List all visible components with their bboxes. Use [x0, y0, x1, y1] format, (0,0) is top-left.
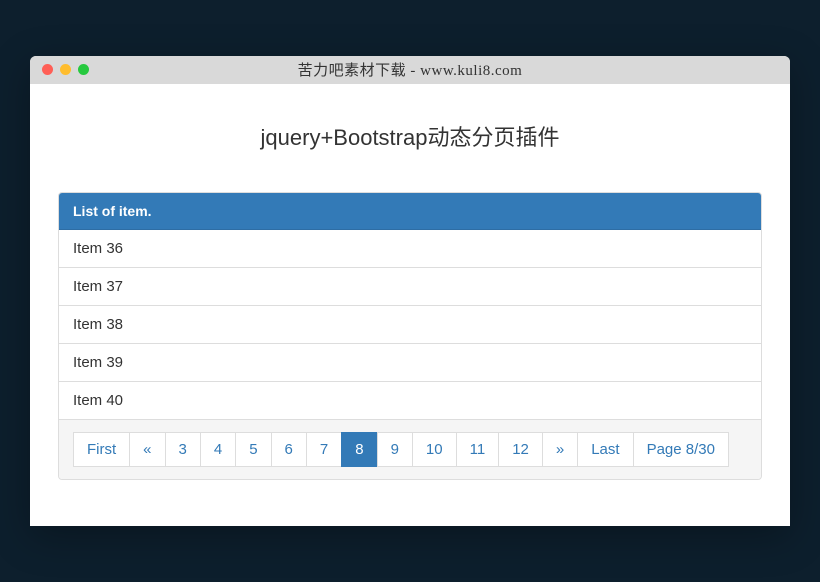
titlebar: 苦力吧素材下载 - www.kuli8.com — [30, 56, 790, 84]
page-3: 3 — [166, 432, 201, 468]
page-last: Last — [578, 432, 633, 468]
browser-window: 苦力吧素材下载 - www.kuli8.com jquery+Bootstrap… — [30, 56, 790, 527]
page-4: 4 — [201, 432, 236, 468]
panel-footer: First « 3 4 5 6 7 8 9 10 11 12 » Last Pa… — [59, 419, 761, 480]
close-icon[interactable] — [42, 64, 53, 75]
panel-header: List of item. — [59, 193, 761, 230]
panel: List of item. Item 36 Item 37 Item 38 It… — [58, 192, 762, 481]
page-12: 12 — [499, 432, 543, 468]
page-9: 9 — [378, 432, 413, 468]
list-item: Item 36 — [59, 230, 761, 268]
page-first: First — [73, 432, 130, 468]
list-item: Item 38 — [59, 306, 761, 344]
list-item: Item 40 — [59, 382, 761, 419]
list-item: Item 39 — [59, 344, 761, 382]
window-controls — [42, 64, 89, 75]
window-title: 苦力吧素材下载 - www.kuli8.com — [30, 59, 790, 80]
page-indicator: Page 8/30 — [634, 432, 729, 468]
content-area: jquery+Bootstrap动态分页插件 List of item. Ite… — [30, 84, 790, 527]
item-list: Item 36 Item 37 Item 38 Item 39 Item 40 — [59, 230, 761, 419]
maximize-icon[interactable] — [78, 64, 89, 75]
pagination: First « 3 4 5 6 7 8 9 10 11 12 » Last Pa… — [73, 432, 747, 468]
page-next: » — [543, 432, 578, 468]
page-heading: jquery+Bootstrap动态分页插件 — [58, 120, 762, 152]
page-prev: « — [130, 432, 165, 468]
list-item: Item 37 — [59, 268, 761, 306]
page-8-current: 8 — [342, 432, 377, 468]
page-5: 5 — [236, 432, 271, 468]
page-11: 11 — [457, 432, 500, 468]
page-7: 7 — [307, 432, 342, 468]
page-6: 6 — [272, 432, 307, 468]
page-10: 10 — [413, 432, 457, 468]
minimize-icon[interactable] — [60, 64, 71, 75]
